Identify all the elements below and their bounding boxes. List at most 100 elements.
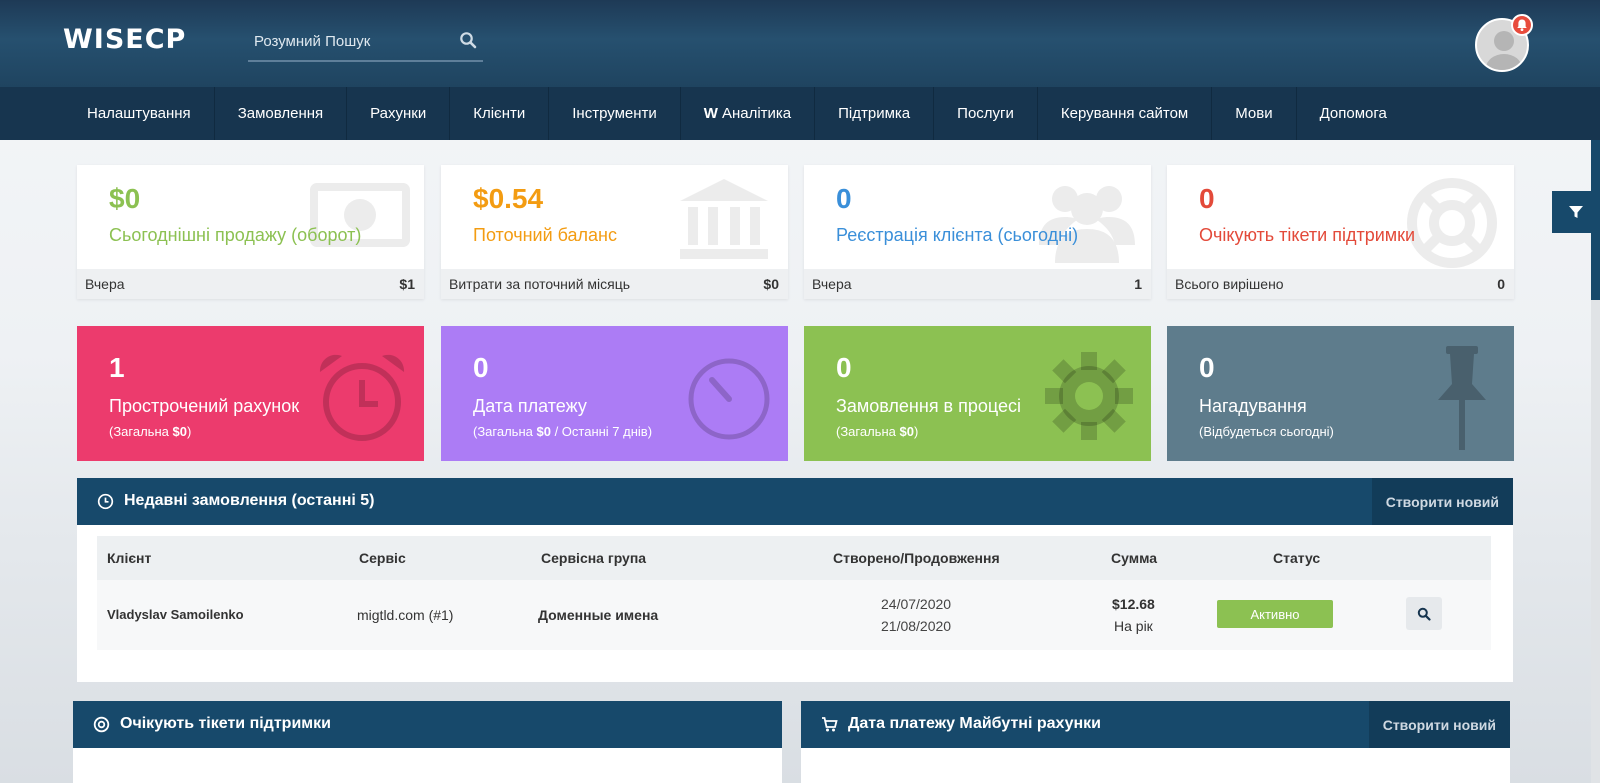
nav-item-analytics[interactable]: W Аналітика: [681, 87, 816, 140]
nav-item-clients[interactable]: Клієнти: [450, 87, 550, 140]
order-amount: $12.68: [1112, 596, 1155, 612]
service-link[interactable]: migtld.com (#1): [357, 607, 453, 623]
client-link[interactable]: Vladyslav Samoilenko: [107, 607, 244, 622]
card-value: 0: [836, 352, 852, 383]
panel-title: Дата платежу Майбутні рахунки: [848, 715, 1101, 732]
subtext-amount: $0: [536, 424, 551, 439]
col-service[interactable]: Сервіс: [359, 550, 406, 566]
nav-item-help[interactable]: Допомога: [1297, 87, 1410, 140]
stat-card-balance[interactable]: $0.54 Поточний баланс Витрати за поточни…: [441, 165, 788, 299]
notification-badge[interactable]: [1511, 14, 1533, 36]
nav-item-settings[interactable]: Налаштування: [64, 87, 215, 140]
stat-footer: Вчера 1: [804, 269, 1151, 299]
nav-label: Замовлення: [237, 105, 324, 122]
service-group: Доменные имена: [538, 607, 659, 623]
nav-item-orders[interactable]: Замовлення: [215, 87, 348, 140]
recent-orders-panel: Недавні замовлення (останні 5) Створити …: [77, 478, 1513, 682]
upcoming-invoices-panel: Дата платежу Майбутні рахунки Створити н…: [801, 701, 1510, 783]
lifebuoy-icon: [93, 716, 110, 733]
stat-value: $0: [109, 183, 141, 214]
panel-header: Очікують тікети підтримки: [73, 701, 782, 748]
nav-label: Інструменти: [572, 105, 657, 122]
nav-item-languages[interactable]: Мови: [1212, 87, 1297, 140]
filter-icon: [1569, 206, 1583, 218]
card-label: Замовлення в процесі: [836, 396, 1022, 416]
subtext-prefix: (Відбудеться сьогодні): [1199, 424, 1334, 439]
payment-date-card[interactable]: 0 Дата платежу (Загальна $0 / Останні 7 …: [441, 326, 788, 461]
subtext-prefix: (Загальна: [473, 424, 537, 439]
overdue-invoice-card[interactable]: 1 Прострочений рахунок (Загальна $0): [77, 326, 424, 461]
top-header: WISECP: [0, 0, 1600, 87]
logo[interactable]: WISECP: [63, 24, 186, 55]
create-new-invoice-button[interactable]: Створити новий: [1368, 701, 1510, 748]
col-service-group[interactable]: Сервісна група: [541, 550, 646, 566]
card-value: 1: [109, 352, 125, 383]
stat-footer-label: Вчера: [812, 276, 852, 292]
col-amount[interactable]: Сумма: [1111, 550, 1157, 566]
reminders-card[interactable]: 0 Нагадування (Відбудеться сьогодні): [1167, 326, 1514, 461]
col-created-renewal[interactable]: Створено/Продовження: [833, 550, 1000, 566]
stat-card-registrations[interactable]: 0 Реєстрація клієнта (сьогодні) Вчера 1: [804, 165, 1151, 299]
stat-footer-value: 1: [1134, 276, 1142, 292]
created-date: 24/07/2020: [881, 596, 952, 612]
stat-footer-label: Вчера: [85, 276, 125, 292]
subtext-prefix: (Загальна: [836, 424, 900, 439]
stat-footer: Всього вирішено 0: [1167, 269, 1514, 299]
stat-value: 0: [1199, 183, 1215, 214]
nav-item-services[interactable]: Послуги: [934, 87, 1038, 140]
table-row[interactable]: Vladyslav Samoilenko migtld.com (#1) Дом…: [97, 580, 1491, 650]
panel-header: Дата платежу Майбутні рахунки Створити н…: [801, 701, 1510, 748]
lifebuoy-icon: [1407, 178, 1497, 268]
view-order-button[interactable]: [1406, 597, 1442, 630]
subtext-suffix: / Останні 7 днів): [550, 424, 653, 439]
nav-item-tools[interactable]: Інструменти: [549, 87, 681, 140]
nav-label: Підтримка: [838, 105, 911, 122]
nav-label: Аналітика: [721, 105, 792, 122]
nav-item-support[interactable]: Підтримка: [815, 87, 935, 140]
alarm-clock-icon: [319, 354, 405, 441]
panel-title: Очікують тікети підтримки: [120, 715, 331, 732]
bank-icon: [680, 179, 768, 259]
col-status[interactable]: Статус: [1273, 550, 1320, 566]
stat-footer-label: Витрати за поточний місяць: [449, 276, 631, 292]
create-new-order-button[interactable]: Створити новий: [1371, 478, 1513, 525]
card-subtext: (Загальна $0): [109, 424, 191, 439]
col-client[interactable]: Клієнт: [107, 550, 151, 566]
status-badge: Активно: [1217, 600, 1333, 628]
panel-title: Недавні замовлення (останні 5): [124, 492, 375, 509]
nav-label: Допомога: [1319, 105, 1387, 122]
stat-card-sales[interactable]: $0 Сьогоднішні продажу (оборот) Вчера $1: [77, 165, 424, 299]
cart-icon: [822, 717, 838, 732]
search-icon[interactable]: [459, 31, 477, 49]
stat-footer-label: Всього вирішено: [1175, 276, 1284, 292]
nav-item-invoices[interactable]: Рахунки: [347, 87, 451, 140]
nav-item-site-management[interactable]: Керування сайтом: [1038, 87, 1213, 140]
stat-value: 0: [836, 183, 852, 214]
gear-icon: [1045, 352, 1133, 440]
search-input[interactable]: [254, 30, 444, 52]
nav-label: Послуги: [957, 105, 1014, 122]
subtext-amount: $0: [899, 424, 914, 439]
search-icon: [1417, 607, 1431, 621]
nav-label: Керування сайтом: [1060, 105, 1189, 122]
clock-icon: [97, 493, 114, 510]
nav-label: Налаштування: [87, 105, 191, 122]
pending-tickets-panel: Очікують тікети підтримки: [73, 701, 782, 783]
card-value: 0: [473, 352, 489, 383]
orders-in-progress-card[interactable]: 0 Замовлення в процесі (Загальна $0): [804, 326, 1151, 461]
table-header: Клієнт Сервіс Сервісна група Створено/Пр…: [97, 536, 1491, 580]
renewal-date: 21/08/2020: [881, 618, 952, 634]
main-nav: Налаштування Замовлення Рахунки Клієнти …: [0, 87, 1600, 140]
subtext-suffix: ): [913, 424, 919, 439]
stat-card-tickets[interactable]: 0 Очікують тікети підтримки Всього виріш…: [1167, 165, 1514, 299]
stat-footer-value: $0: [763, 276, 779, 292]
stat-footer-value: 0: [1497, 276, 1505, 292]
card-value: 0: [1199, 352, 1215, 383]
card-subtext: (Відбудеться сьогодні): [1199, 424, 1334, 439]
stat-footer: Витрати за поточний місяць $0: [441, 269, 788, 299]
nav-label: Мови: [1235, 105, 1273, 122]
scrollbar-thumb[interactable]: [1591, 140, 1600, 300]
billing-period: На рік: [1114, 618, 1153, 634]
subtext-suffix: ): [186, 424, 192, 439]
stopwatch-icon: [688, 358, 770, 440]
